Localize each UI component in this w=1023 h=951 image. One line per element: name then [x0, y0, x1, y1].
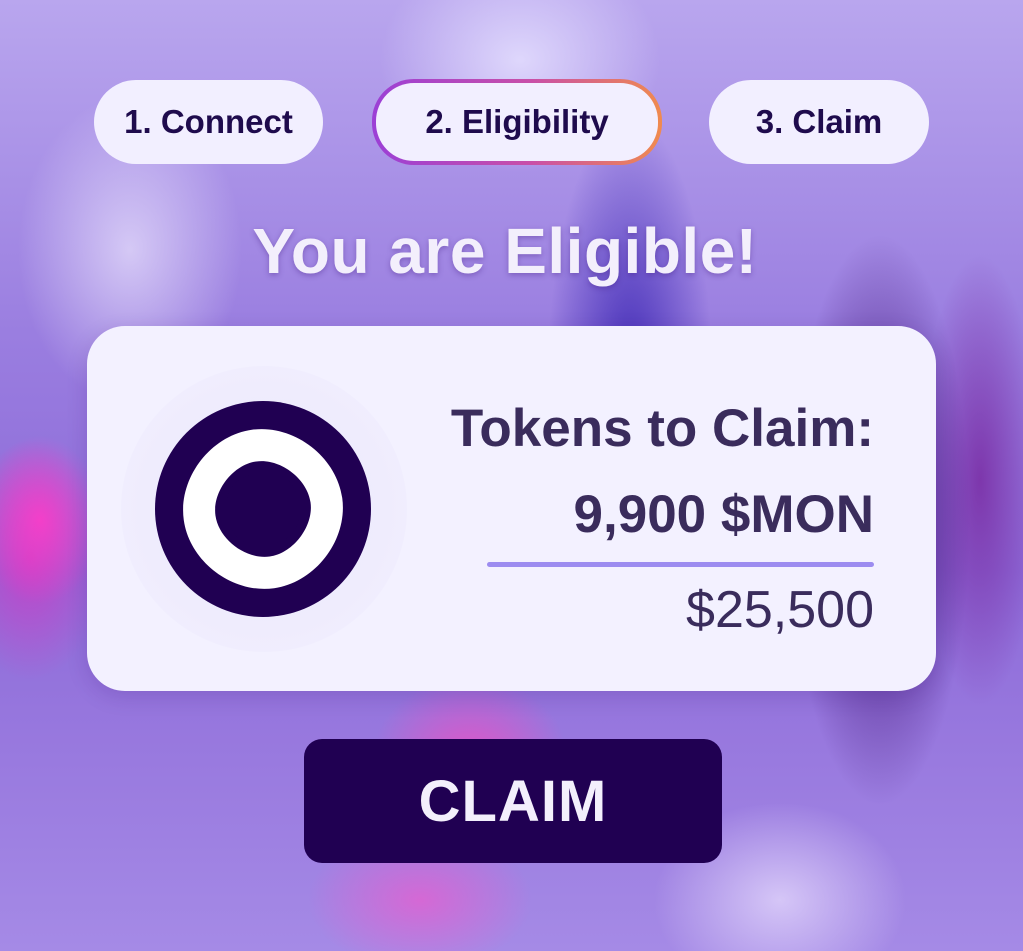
step-eligibility-label: 2. Eligibility	[425, 103, 609, 140]
tokens-to-claim-label: Tokens to Claim:	[450, 399, 874, 458]
monad-logo-icon	[155, 401, 371, 617]
claim-button[interactable]: CLAIM	[304, 739, 722, 863]
step-claim[interactable]: 3. Claim	[709, 80, 929, 164]
usd-value: $25,500	[686, 581, 874, 639]
step-progress: 1. Connect 2. Eligibility 3. Claim	[0, 80, 1023, 164]
step-eligibility[interactable]: 2. Eligibility	[372, 79, 662, 165]
step-connect[interactable]: 1. Connect	[94, 80, 323, 164]
divider	[487, 562, 874, 567]
claim-button-label: CLAIM	[418, 768, 608, 834]
eligibility-headline: You are Eligible!	[252, 215, 758, 287]
tokens-amount: 9,900 $MON	[573, 485, 874, 544]
step-connect-label: 1. Connect	[124, 103, 293, 140]
step-claim-label: 3. Claim	[755, 103, 883, 140]
claim-card: Tokens to Claim: 9,900 $MON $25,500	[87, 326, 936, 691]
